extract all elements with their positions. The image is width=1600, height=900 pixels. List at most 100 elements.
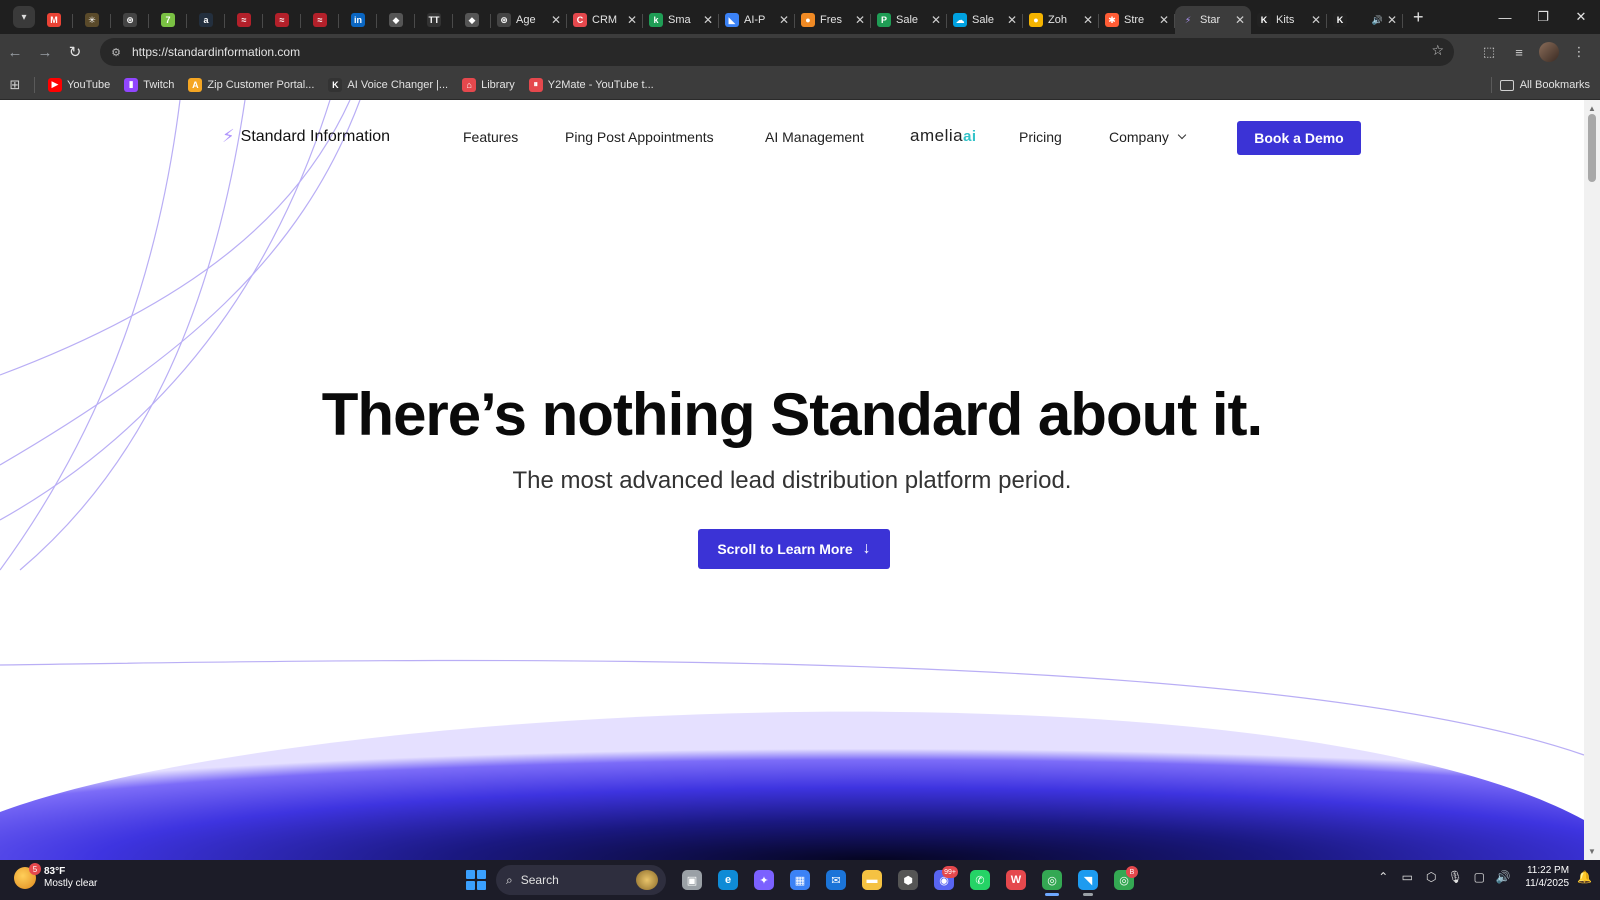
browser-tab[interactable]: ≈ (301, 6, 339, 34)
bookmark-item[interactable]: A Zip Customer Portal... (181, 73, 321, 97)
tab-close-icon[interactable]: ✕ (1311, 13, 1321, 27)
profile-avatar[interactable] (1539, 42, 1559, 62)
taskbar-app[interactable]: ⬢ (890, 864, 926, 896)
browser-tab[interactable]: ≈ (225, 6, 263, 34)
weather-widget[interactable]: 5 83°F Mostly clear (14, 863, 97, 890)
bookmark-item[interactable]: ⏸ Y2Mate - YouTube t... (522, 73, 661, 97)
nav-ai-management[interactable]: AI Management (765, 129, 864, 145)
browser-tab[interactable]: K 🔊 ✕ (1327, 6, 1403, 34)
taskbar-app[interactable]: e (710, 864, 746, 896)
taskbar-app[interactable]: ▣ (674, 864, 710, 896)
windows-start-icon[interactable] (466, 870, 486, 890)
taskbar-app[interactable]: ◎ B (1106, 864, 1142, 896)
nav-company-dropdown[interactable]: Company (1109, 129, 1187, 145)
tab-close-icon[interactable]: ✕ (627, 13, 637, 27)
taskbar-app[interactable]: ◎ (1034, 864, 1070, 896)
tab-active[interactable]: ⚡ Star ✕ (1175, 6, 1251, 34)
nav-ping-post-appointments[interactable]: Ping Post Appointments (565, 129, 714, 145)
mic-icon[interactable]: 🎙 (1443, 870, 1467, 884)
tab-search-button[interactable]: ▾ (13, 6, 35, 28)
minimize-button[interactable]: — (1486, 0, 1524, 34)
forward-button[interactable]: → (30, 37, 60, 67)
browser-tab[interactable]: K Kits ✕ (1251, 6, 1327, 34)
chevron-up-icon[interactable]: ⌃ (1371, 870, 1395, 884)
tab-close-icon[interactable]: ✕ (931, 13, 941, 27)
restore-button[interactable]: ❐ (1524, 0, 1562, 34)
browser-tab[interactable]: ◣ AI-P ✕ (719, 6, 795, 34)
browser-tab[interactable]: ⊛ (111, 6, 149, 34)
kits-icon: K (1257, 13, 1271, 27)
taskbar-app[interactable]: ✦ (746, 864, 782, 896)
bookmark-item[interactable]: K AI Voice Changer |... (321, 73, 455, 97)
tab-close-icon[interactable]: ✕ (703, 13, 713, 27)
browser-tab[interactable]: k Sma ✕ (643, 6, 719, 34)
media-controls-icon[interactable]: ≡ (1504, 37, 1534, 67)
nav-amelia-logo[interactable]: ameliaai (910, 126, 977, 146)
tab-close-icon[interactable]: ✕ (779, 13, 789, 27)
browser-tab[interactable]: ✳ (73, 6, 111, 34)
store-icon: ▦ (790, 870, 810, 890)
tab-close-icon[interactable]: ✕ (551, 13, 561, 27)
site-logo[interactable]: ⚡ Standard Information (222, 126, 390, 147)
site-info-icon[interactable]: ⚙ (104, 40, 128, 64)
browser-tab[interactable]: ⊛ Age ✕ (491, 6, 567, 34)
taskbar-app[interactable]: W (998, 864, 1034, 896)
tab-close-icon[interactable]: ✕ (1235, 13, 1245, 27)
tab-close-icon[interactable]: ✕ (855, 13, 865, 27)
network-icon[interactable]: ▢ (1467, 870, 1491, 884)
taskbar-search[interactable]: ⌕ Search (496, 865, 666, 895)
tab-close-icon[interactable]: ✕ (1387, 13, 1397, 27)
book-demo-button[interactable]: Book a Demo (1237, 121, 1361, 155)
taskbar-app[interactable]: ✆ (962, 864, 998, 896)
all-bookmarks-button[interactable]: All Bookmarks (1499, 73, 1590, 97)
browser-tab[interactable]: ✱ Stre ✕ (1099, 6, 1175, 34)
browser-tab[interactable]: P Sale ✕ (871, 6, 947, 34)
apps-grid-icon[interactable]: ⊞ (0, 77, 30, 93)
browser-tab[interactable]: ● Fres ✕ (795, 6, 871, 34)
scrollbar-thumb[interactable] (1588, 114, 1596, 182)
browser-tab[interactable]: TT (415, 6, 453, 34)
nav-features[interactable]: Features (463, 129, 518, 145)
taskbar-app[interactable]: ✉ (818, 864, 854, 896)
browser-tab[interactable]: ◆ (377, 6, 415, 34)
clock[interactable]: 11:22 PM 11/4/2025 (1525, 864, 1569, 890)
taskbar-app[interactable]: ▬ (854, 864, 890, 896)
address-bar[interactable]: ⚙ https://standardinformation.com ☆ (100, 38, 1454, 66)
reload-button[interactable]: ↻ (60, 37, 90, 67)
shield-icon[interactable]: ⬡ (1419, 870, 1443, 884)
browser-tab[interactable]: in (339, 6, 377, 34)
browser-tab[interactable]: ● Zoh ✕ (1023, 6, 1099, 34)
scroll-down-arrow[interactable]: ▼ (1588, 847, 1596, 856)
bookmark-item[interactable]: ⌂ Library (455, 73, 522, 97)
nav-pricing[interactable]: Pricing (1019, 129, 1062, 145)
browser-tab[interactable]: ≈ (263, 6, 301, 34)
tab-close-icon[interactable]: ✕ (1159, 13, 1169, 27)
bookmark-item[interactable]: ▶ YouTube (41, 73, 117, 97)
tab-close-icon[interactable]: ✕ (1007, 13, 1017, 27)
browser-tab[interactable]: 7 (149, 6, 187, 34)
back-button[interactable]: ← (0, 37, 30, 67)
volume-icon[interactable]: 🔊 (1491, 870, 1515, 884)
browser-tab[interactable]: ◆ (453, 6, 491, 34)
new-tab-button[interactable]: + (1413, 7, 1424, 28)
taskbar-app[interactable]: ▦ (782, 864, 818, 896)
extensions-icon[interactable]: ⬚ (1474, 37, 1504, 67)
browser-tab[interactable]: M (35, 6, 73, 34)
scroll-up-arrow[interactable]: ▲ (1588, 104, 1596, 113)
taskbar-app[interactable]: ◉ 99+ (926, 864, 962, 896)
browser-tab[interactable]: a (187, 6, 225, 34)
menu-kebab-icon[interactable]: ⋮ (1564, 37, 1594, 67)
diamond-icon: ◆ (465, 13, 479, 27)
scroll-learn-more-button[interactable]: Scroll to Learn More ↓ (698, 529, 890, 569)
tab-close-icon[interactable]: ✕ (1083, 13, 1093, 27)
page-scrollbar[interactable]: ▲ ▼ (1584, 100, 1600, 860)
bookmark-item[interactable]: ▮ Twitch (117, 73, 181, 97)
taskbar-app[interactable]: ◥ (1070, 864, 1106, 896)
notification-bell-icon[interactable]: 🔔 (1577, 870, 1592, 884)
battery-icon[interactable]: ▭ (1395, 870, 1419, 884)
bookmark-star-icon[interactable]: ☆ (1431, 42, 1444, 59)
audio-playing-icon[interactable]: 🔊 (1372, 15, 1383, 26)
close-window-button[interactable]: ✕ (1562, 0, 1600, 34)
browser-tab[interactable]: C CRM ✕ (567, 6, 643, 34)
browser-tab[interactable]: ☁ Sale ✕ (947, 6, 1023, 34)
